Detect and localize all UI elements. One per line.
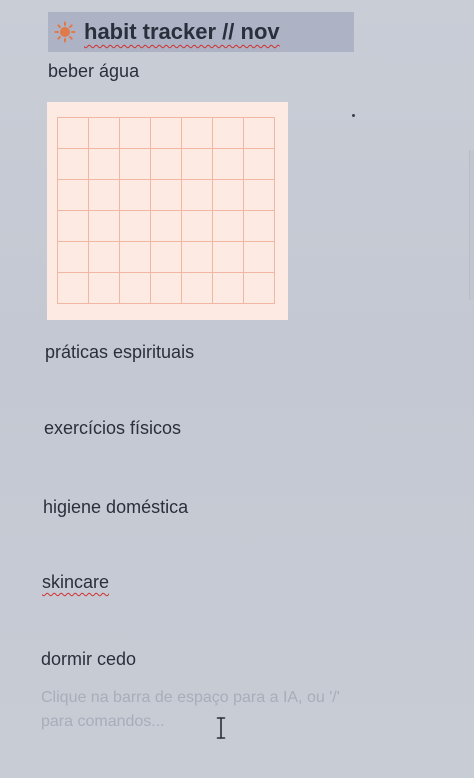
tracker-cell[interactable]	[58, 273, 89, 304]
tracker-cell[interactable]	[182, 242, 213, 273]
tracker-cell[interactable]	[182, 273, 213, 304]
tracker-cell[interactable]	[58, 211, 89, 242]
tracker-cell[interactable]	[213, 149, 244, 180]
tracker-cell[interactable]	[58, 149, 89, 180]
habit-label-water[interactable]: beber água	[48, 61, 139, 82]
habit-label-exercise[interactable]: exercícios físicos	[44, 418, 181, 439]
tracker-cell[interactable]	[244, 149, 275, 180]
tracker-cell[interactable]	[120, 118, 151, 149]
tracker-cell[interactable]	[89, 211, 120, 242]
tracker-cell[interactable]	[244, 118, 275, 149]
tracker-cell[interactable]	[120, 180, 151, 211]
habit-label-skincare[interactable]: skincare	[42, 572, 109, 593]
tracker-cell[interactable]	[151, 180, 182, 211]
tracker-cell[interactable]	[120, 273, 151, 304]
tracker-cell[interactable]	[244, 273, 275, 304]
tracker-cell[interactable]	[213, 211, 244, 242]
editor-placeholder[interactable]: Clique na barra de espaço para a IA, ou …	[41, 686, 341, 734]
tracker-cell[interactable]	[151, 211, 182, 242]
tracker-cell[interactable]	[120, 149, 151, 180]
tracker-cell[interactable]	[89, 180, 120, 211]
tracker-cell[interactable]	[182, 149, 213, 180]
tracker-cell[interactable]	[182, 118, 213, 149]
tracker-cell[interactable]	[244, 180, 275, 211]
tracker-cell[interactable]	[213, 242, 244, 273]
tracker-cell[interactable]	[58, 118, 89, 149]
tracker-cell[interactable]	[120, 211, 151, 242]
tracker-grid[interactable]	[57, 117, 275, 304]
tracker-cell[interactable]	[89, 273, 120, 304]
tracker-cell[interactable]	[58, 242, 89, 273]
tracker-cell[interactable]	[213, 118, 244, 149]
tracker-cell[interactable]	[182, 180, 213, 211]
habit-label-cleaning[interactable]: higiene doméstica	[43, 497, 188, 518]
tracker-cell[interactable]	[89, 242, 120, 273]
tracker-cell[interactable]	[244, 242, 275, 273]
tracker-cell[interactable]	[89, 118, 120, 149]
tracker-cell[interactable]	[244, 211, 275, 242]
tracker-card[interactable]	[47, 102, 288, 320]
tracker-cell[interactable]	[151, 242, 182, 273]
sun-icon	[54, 21, 76, 43]
screen-speck	[352, 114, 355, 117]
tracker-cell[interactable]	[151, 149, 182, 180]
page-edge	[469, 150, 474, 300]
page-title-bar[interactable]: habit tracker // nov	[48, 12, 354, 52]
tracker-cell[interactable]	[89, 149, 120, 180]
tracker-cell[interactable]	[151, 273, 182, 304]
habit-label-spiritual[interactable]: práticas espirituais	[45, 342, 194, 363]
tracker-cell[interactable]	[213, 180, 244, 211]
tracker-cell[interactable]	[213, 273, 244, 304]
habit-label-sleep[interactable]: dormir cedo	[41, 649, 136, 670]
tracker-cell[interactable]	[120, 242, 151, 273]
tracker-cell[interactable]	[182, 211, 213, 242]
text-cursor-icon	[216, 716, 226, 740]
tracker-cell[interactable]	[151, 118, 182, 149]
page-title[interactable]: habit tracker // nov	[84, 19, 280, 45]
tracker-cell[interactable]	[58, 180, 89, 211]
